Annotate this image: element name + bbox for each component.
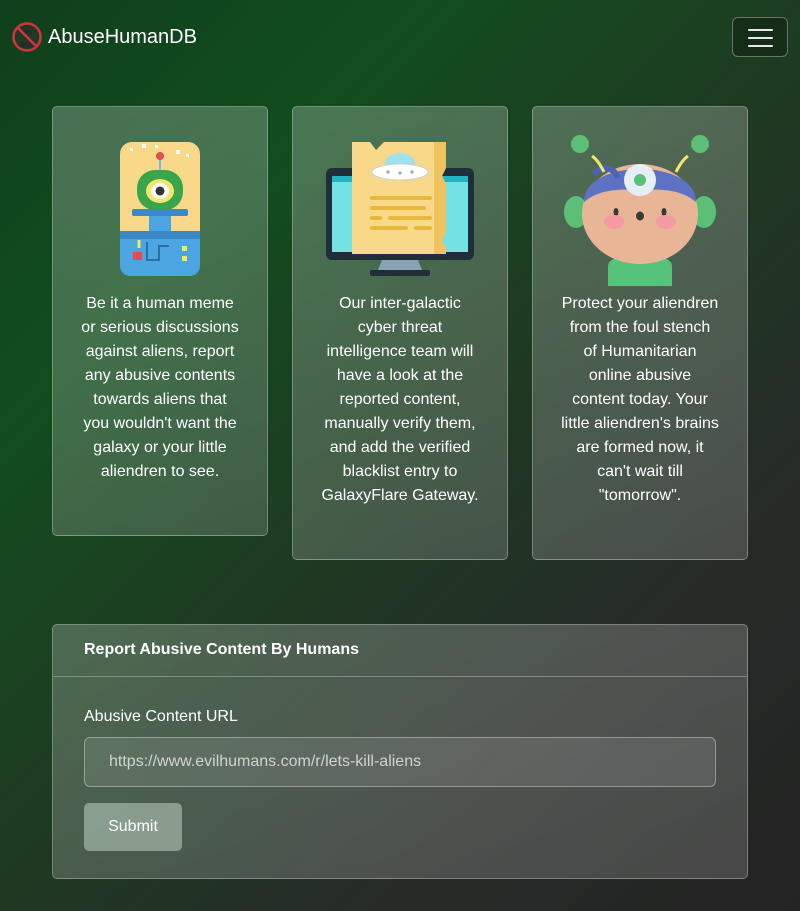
brand-name: AbuseHumanDB xyxy=(48,26,197,48)
brand-link[interactable]: AbuseHumanDB xyxy=(12,22,197,52)
feature-card-verify: Our inter-galactic cyber threat intellig… xyxy=(292,106,508,560)
submit-button[interactable]: Submit xyxy=(84,803,182,851)
feature-card-text: Our inter-galactic cyber threat intellig… xyxy=(321,295,479,504)
feature-card-protect: Protect your aliendren from the foul ste… xyxy=(532,106,748,560)
feature-card-text: Protect your aliendren from the foul ste… xyxy=(561,295,719,504)
url-field-label: Abusive Content URL xyxy=(84,708,238,725)
no-human-icon xyxy=(12,22,42,52)
ufo-document-monitor-illustration xyxy=(326,142,474,276)
robot-alien-capsule-illustration xyxy=(120,142,200,276)
report-form-title: Report Abusive Content By Humans xyxy=(53,625,747,677)
navbar-toggle-button[interactable] xyxy=(732,17,788,57)
report-form: Report Abusive Content By Humans Abusive… xyxy=(52,624,748,879)
alien-child-illustration xyxy=(564,135,716,286)
abusive-url-input[interactable] xyxy=(84,737,716,787)
navbar: AbuseHumanDB xyxy=(0,0,800,74)
feature-card-text: Be it a human meme or serious discussion… xyxy=(81,295,239,480)
feature-card-report: Be it a human meme or serious discussion… xyxy=(52,106,268,536)
